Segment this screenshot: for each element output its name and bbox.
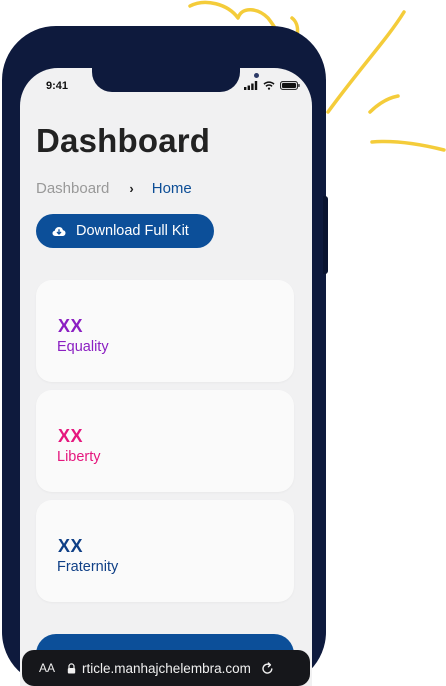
breadcrumb: Dashboard › Home [36,180,192,197]
card-code: XX [58,536,84,556]
breadcrumb-separator-icon: › [129,181,134,196]
card-label: Liberty [57,449,101,465]
page-title: Dashboard [36,122,211,159]
url-text[interactable]: rticle.manhajchelembra.com [82,661,251,676]
phone-frame: 9:41 Dashboard Dashboard › Home Download… [2,26,326,686]
download-button-label: Download Full Kit [76,223,189,239]
card-fraternity[interactable]: XX Fraternity [36,500,294,602]
reload-icon[interactable] [261,661,274,675]
card-label: Equality [57,339,109,355]
status-icons [244,81,300,90]
status-bar: 9:41 [20,78,312,98]
card-liberty[interactable]: XX Liberty [36,390,294,492]
phone-side-button [323,196,328,274]
battery-icon [280,81,300,90]
card-equality[interactable]: XX Equality [36,280,294,382]
aa-label: AA [39,661,56,675]
status-time: 9:41 [46,80,69,92]
browser-address-bar[interactable]: AA rticle.manhajchelembra.com [22,650,310,686]
breadcrumb-current[interactable]: Home [152,180,192,197]
cellular-signal-icon [244,81,258,90]
breadcrumb-parent[interactable]: Dashboard [36,180,109,197]
wifi-icon [263,81,275,90]
card-code: XX [58,316,84,336]
text-size-button[interactable]: AA [39,661,55,675]
card-code: XX [58,426,84,446]
cloud-download-icon [52,226,66,236]
phone-screen: 9:41 Dashboard Dashboard › Home Download… [20,68,312,686]
card-label: Fraternity [57,559,119,575]
download-full-kit-button[interactable]: Download Full Kit [36,214,214,248]
lock-icon [67,662,76,673]
